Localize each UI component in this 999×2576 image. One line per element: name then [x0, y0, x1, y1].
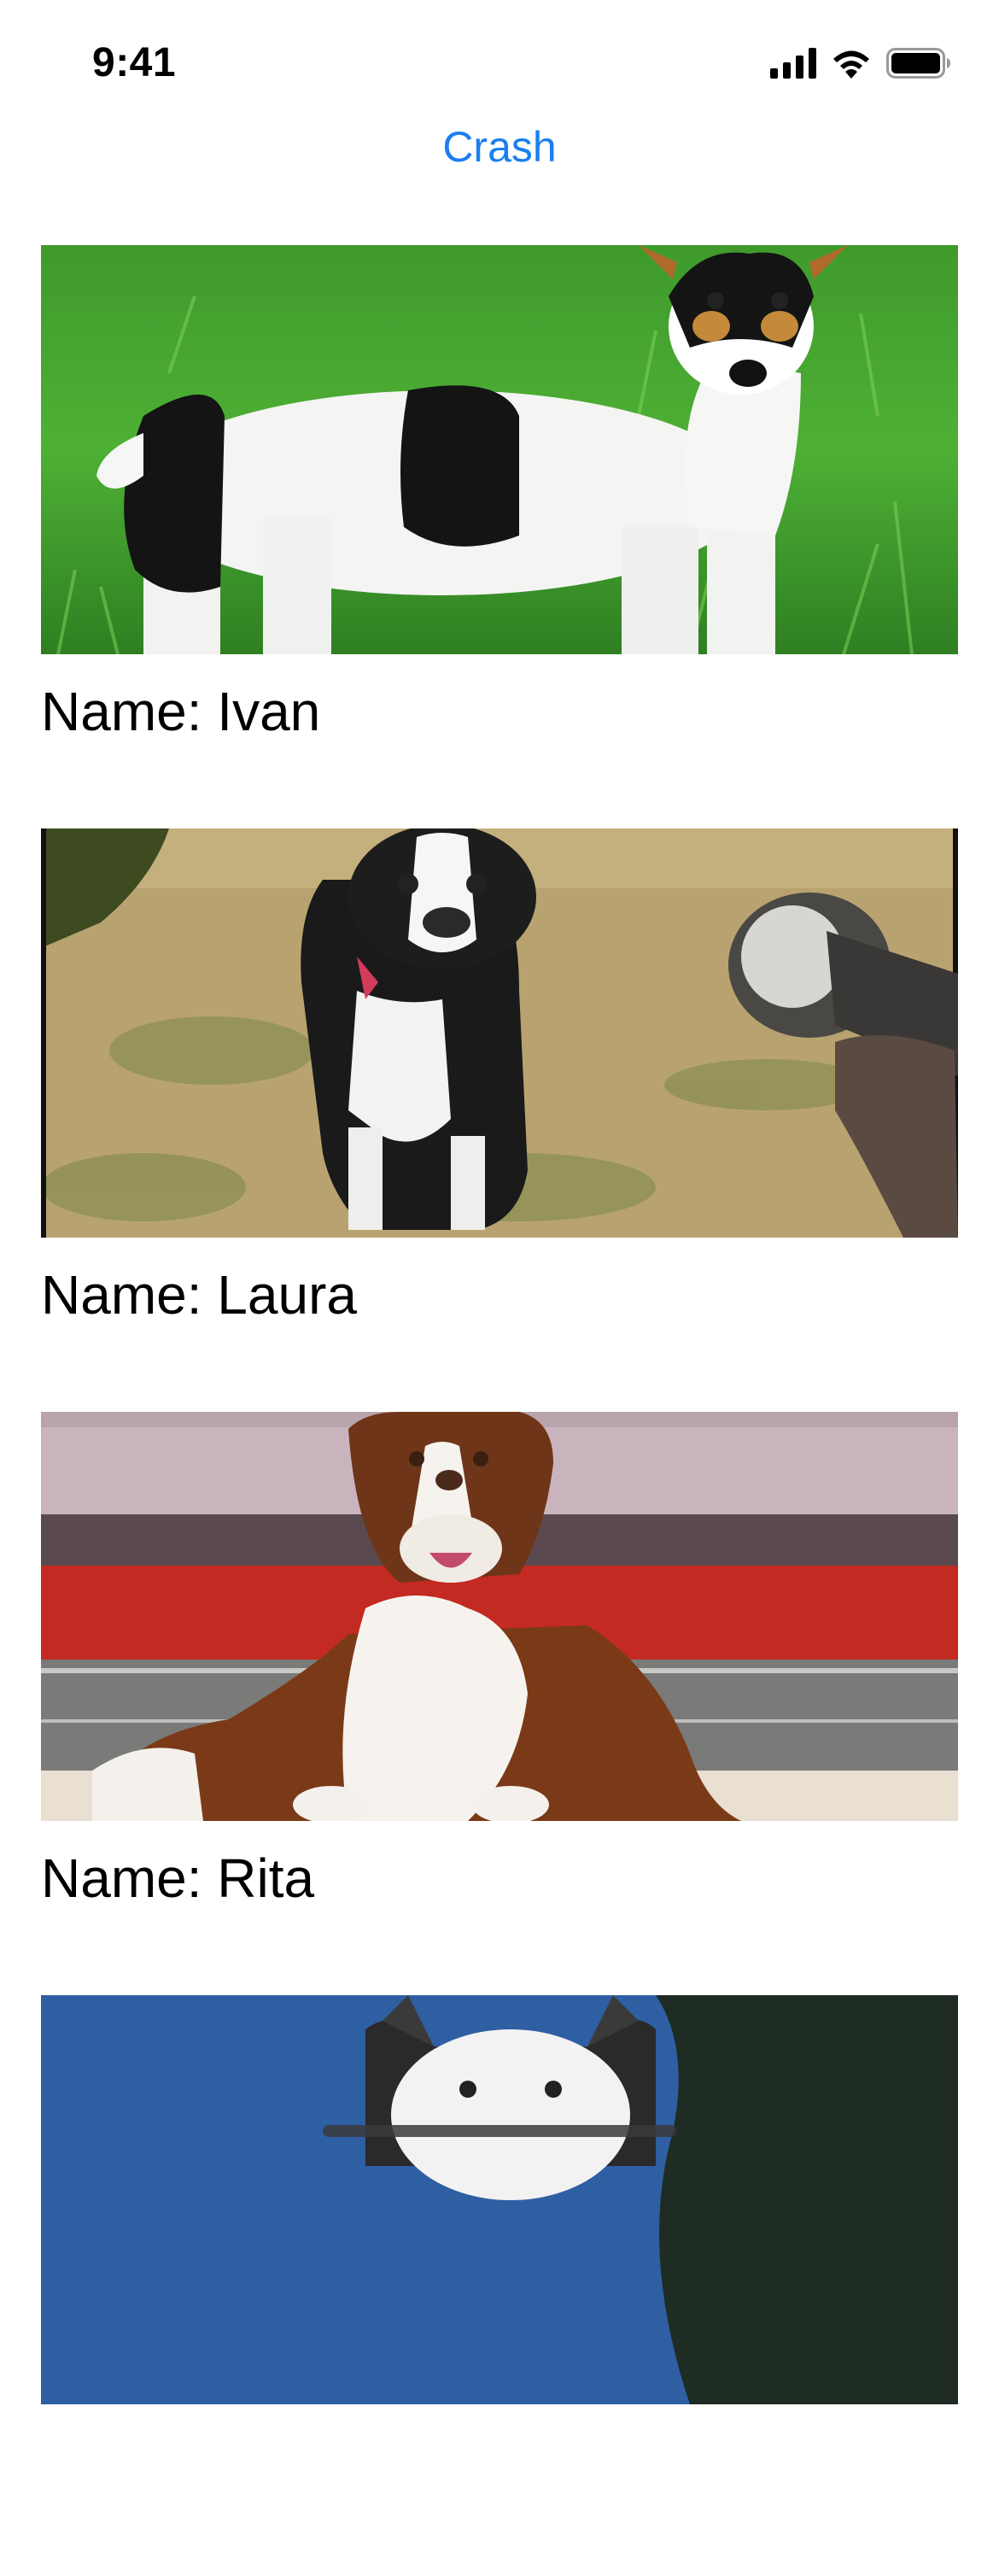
status-bar: 9:41 — [0, 0, 999, 128]
dog-photo — [41, 1995, 958, 2404]
list-item[interactable] — [41, 1995, 958, 2576]
wifi-icon — [830, 48, 873, 79]
list-item[interactable]: Name: Laura — [41, 828, 958, 1409]
signal-icon — [770, 48, 816, 79]
dog-name-label: Name: Ivan — [41, 681, 321, 742]
crash-button[interactable]: Crash — [442, 123, 556, 171]
battery-icon — [886, 48, 951, 79]
dog-name-label: Name: Laura — [41, 1264, 357, 1326]
list-item[interactable]: Name: Rita — [41, 1412, 958, 1993]
status-icons — [770, 46, 951, 80]
dog-name-label: Name: Rita — [41, 1847, 315, 1909]
list-item[interactable]: Name: Ivan — [41, 245, 958, 826]
status-time: 9:41 — [92, 40, 177, 85]
dog-photo — [41, 828, 958, 1238]
dog-photo — [41, 245, 958, 654]
dog-photo — [41, 1412, 958, 1821]
crash-button-container: Crash — [0, 120, 999, 174]
home-indicator — [323, 2125, 676, 2137]
